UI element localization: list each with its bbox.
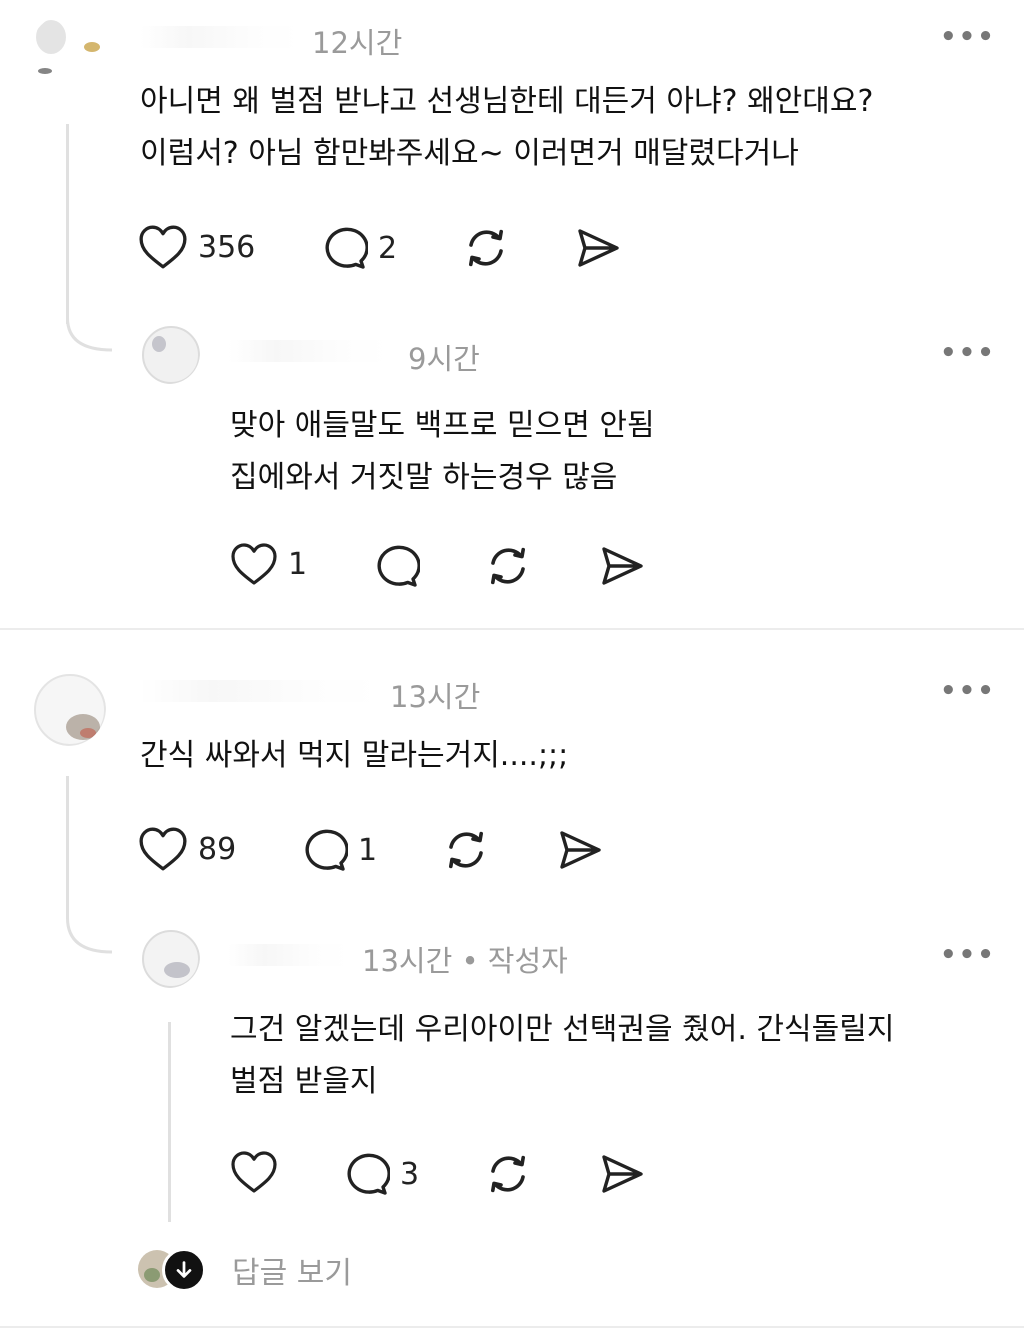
comment-text: 그건 알겠는데 우리아이만 선택권을 줬어. 간식돌릴지 벌점 받을지 bbox=[230, 1012, 895, 1099]
like-button[interactable]: 356 bbox=[138, 224, 255, 270]
share-icon bbox=[578, 229, 619, 267]
like-button[interactable]: 1 bbox=[230, 542, 307, 586]
repost-icon bbox=[491, 1155, 525, 1193]
divider bbox=[0, 1326, 1024, 1328]
thread-line bbox=[66, 776, 69, 906]
timestamp: 13시간 bbox=[390, 680, 481, 714]
like-count: 1 bbox=[288, 546, 308, 582]
reply-button[interactable]: 2 bbox=[320, 224, 397, 272]
heart-icon bbox=[139, 225, 187, 269]
more-options-button[interactable]: ••• bbox=[940, 338, 996, 368]
reply-count: 2 bbox=[378, 230, 398, 266]
repost-button[interactable] bbox=[442, 826, 490, 874]
username[interactable] bbox=[228, 944, 348, 966]
thread-curve bbox=[66, 900, 113, 954]
share-icon bbox=[602, 547, 643, 585]
share-button[interactable] bbox=[598, 1150, 646, 1198]
view-replies-link[interactable]: 답글 보기 bbox=[232, 1248, 352, 1292]
like-button[interactable] bbox=[230, 1150, 278, 1194]
more-options-button[interactable]: ••• bbox=[940, 676, 996, 706]
avatar[interactable] bbox=[138, 322, 200, 384]
timestamp: 9시간 bbox=[408, 342, 480, 376]
comment-icon bbox=[377, 545, 420, 587]
reply-button[interactable] bbox=[372, 542, 420, 590]
share-icon bbox=[560, 831, 601, 869]
like-count: 356 bbox=[198, 229, 256, 265]
thread-curve bbox=[66, 300, 113, 352]
username[interactable] bbox=[140, 26, 300, 48]
reply-button[interactable]: 3 bbox=[342, 1150, 419, 1198]
reply-count: 3 bbox=[400, 1156, 420, 1192]
repost-button[interactable] bbox=[484, 542, 532, 590]
avatar[interactable] bbox=[138, 926, 200, 988]
repost-icon bbox=[469, 229, 503, 267]
share-button[interactable] bbox=[598, 542, 646, 590]
comment-text: 아니면 왜 벌점 받냐고 선생님한테 대든거 아냐? 왜안대요? 이럼서? 아님… bbox=[140, 84, 874, 171]
share-button[interactable] bbox=[556, 826, 604, 874]
comment-icon bbox=[305, 829, 348, 871]
heart-icon bbox=[139, 827, 187, 871]
comment-icon bbox=[325, 227, 368, 269]
like-button[interactable]: 89 bbox=[138, 826, 236, 872]
share-button[interactable] bbox=[574, 224, 622, 272]
username[interactable] bbox=[140, 680, 380, 702]
username[interactable] bbox=[228, 340, 388, 362]
reply-count: 1 bbox=[358, 832, 378, 868]
avatar[interactable] bbox=[30, 670, 106, 746]
arrow-down-icon bbox=[176, 1261, 192, 1278]
more-options-button[interactable]: ••• bbox=[940, 22, 996, 52]
heart-icon bbox=[231, 543, 277, 585]
thread-line bbox=[168, 1022, 171, 1222]
comment-icon bbox=[347, 1153, 390, 1195]
repost-icon bbox=[491, 547, 525, 585]
like-count: 89 bbox=[198, 831, 237, 867]
timestamp: 12시간 bbox=[312, 26, 403, 60]
reply-button[interactable]: 1 bbox=[300, 826, 377, 874]
comment-text: 맞아 애들말도 백프로 믿으면 안됨 집에와서 거짓말 하는경우 많음 bbox=[230, 408, 655, 495]
repost-icon bbox=[449, 831, 483, 869]
more-options-button[interactable]: ••• bbox=[940, 940, 996, 970]
expand-replies-button[interactable] bbox=[162, 1248, 206, 1292]
repost-button[interactable] bbox=[462, 224, 510, 272]
timestamp: 13시간 • 작성자 bbox=[362, 944, 568, 978]
comment-text: 간식 싸와서 먹지 말라는거지....;;; bbox=[140, 738, 569, 773]
avatar[interactable] bbox=[30, 14, 106, 90]
share-icon bbox=[602, 1155, 643, 1193]
divider bbox=[0, 628, 1024, 630]
thread-line bbox=[66, 124, 69, 324]
heart-icon bbox=[231, 1151, 277, 1193]
repost-button[interactable] bbox=[484, 1150, 532, 1198]
